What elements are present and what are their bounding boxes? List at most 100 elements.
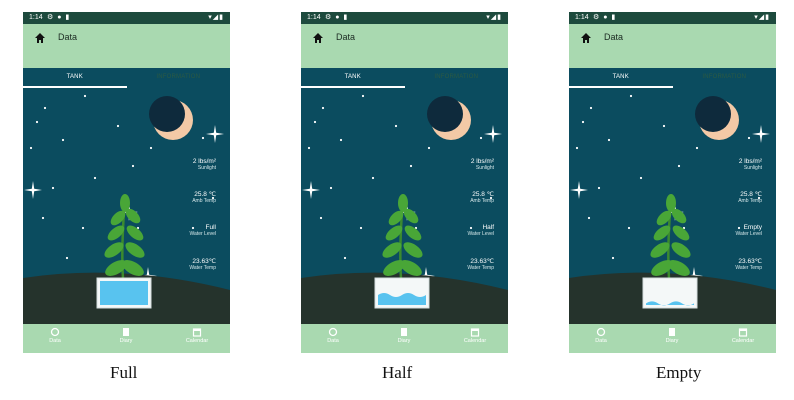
- stat-label: Water Level: [189, 231, 217, 237]
- star-dot: [29, 146, 33, 150]
- nav-data[interactable]: Data: [576, 327, 626, 346]
- star-dot: [361, 94, 365, 98]
- bottom-nav: Data Diary Calendar: [569, 324, 776, 353]
- star-dot: [41, 216, 45, 220]
- star-dot: [597, 186, 601, 190]
- star-dot: [201, 136, 205, 140]
- star-dot: [639, 176, 643, 180]
- notification-icons: ⚙ ● ▮: [47, 14, 71, 21]
- stat-value: 2 lbs/m²: [738, 158, 762, 165]
- stat-water-level: Empty Water Level: [692, 224, 763, 237]
- star-dot: [677, 164, 681, 168]
- star-dot: [359, 226, 363, 230]
- leaf: [398, 194, 408, 212]
- nav-calendar[interactable]: Calendar: [450, 327, 500, 346]
- star-dot: [65, 256, 69, 260]
- nav-label: Diary: [665, 338, 679, 344]
- page-title: Data: [604, 32, 624, 42]
- bottom-nav: Data Diary Calendar: [23, 324, 230, 353]
- star-dot: [319, 216, 323, 220]
- home-icon[interactable]: [33, 31, 47, 45]
- stat-value: 25.8 ℃: [472, 191, 494, 198]
- caption-half: Half: [382, 363, 413, 382]
- star-dot: [313, 120, 317, 124]
- stat-water-temp: 23.63℃ Water Temp: [146, 258, 216, 271]
- stat-value: 2 lbs/m²: [470, 158, 494, 165]
- star-dot: [695, 146, 699, 150]
- app-bar: Data TANK INFORMATION: [569, 24, 776, 88]
- star-dot: [343, 256, 347, 260]
- leaf: [672, 225, 690, 241]
- star-dot: [611, 256, 615, 260]
- sparkle-star-icon: [206, 125, 224, 143]
- moon-shadow: [149, 96, 185, 132]
- status-time: 1:14: [575, 14, 589, 21]
- star-dot: [93, 176, 97, 180]
- home-icon[interactable]: [579, 31, 593, 45]
- status-time: 1:14: [307, 14, 321, 21]
- tank-scene: 2 lbs/m² Sunlight 25.8 ℃ Amb Temp Full Wate…: [23, 78, 230, 324]
- signal-battery-icon: ▾◢▮: [754, 14, 770, 21]
- sparkle-star-icon: [24, 181, 42, 199]
- nav-label: Calendar: [731, 338, 755, 344]
- nav-label: Calendar: [185, 338, 209, 344]
- sparkle-star-icon: [302, 181, 320, 199]
- stat-sunlight: 2 lbs/m² Sunlight: [146, 158, 216, 171]
- stat-amb-temp: 25.8 ℃ Amb Temp: [424, 191, 494, 204]
- star-dot: [321, 106, 325, 110]
- star-dot: [409, 164, 413, 168]
- star-dot: [575, 146, 579, 150]
- stat-value: 23.63℃: [470, 258, 494, 265]
- nav-calendar[interactable]: Calendar: [718, 327, 768, 346]
- stat-label: Sunlight: [743, 165, 762, 171]
- nav-label: Calendar: [463, 338, 487, 344]
- page-title: Data: [336, 32, 356, 42]
- star-dot: [587, 216, 591, 220]
- stat-water-level: Full Water Level: [146, 224, 217, 237]
- star-dot: [394, 124, 398, 128]
- star-dot: [662, 124, 666, 128]
- leaf: [671, 242, 691, 258]
- tank-scene: 2 lbs/m² Sunlight 25.8 ℃ Amb Temp Empty Wat…: [569, 78, 776, 324]
- nav-calendar[interactable]: Calendar: [172, 327, 222, 346]
- calendar-icon: [470, 328, 480, 337]
- status-bar: 1:14 ⚙ ● ▮ ▾◢▮: [569, 12, 776, 24]
- sparkle-star-icon: [484, 125, 502, 143]
- star-dot: [629, 94, 633, 98]
- star-dot: [581, 120, 585, 124]
- stat-label: Amb Temp: [192, 198, 216, 204]
- app-bar: Data TANK INFORMATION: [23, 24, 230, 88]
- stat-water-level: Half Water Level: [424, 224, 495, 237]
- refresh-icon: [596, 327, 606, 337]
- stat-label: Sunlight: [197, 165, 216, 171]
- book-icon: [123, 328, 129, 336]
- nav-diary[interactable]: Diary: [379, 327, 429, 346]
- signal-battery-icon: ▾◢▮: [208, 14, 224, 21]
- status-bar: 1:14 ⚙ ● ▮ ▾◢▮: [23, 12, 230, 24]
- stat-value: 23.63℃: [192, 258, 216, 265]
- stat-label: Water Temp: [189, 265, 216, 271]
- stat-value: 2 lbs/m²: [192, 158, 216, 165]
- leaf: [120, 194, 130, 212]
- notification-icons: ⚙ ● ▮: [593, 14, 617, 21]
- nav-label: Data: [327, 338, 339, 344]
- home-icon[interactable]: [311, 31, 325, 45]
- nav-data[interactable]: Data: [308, 327, 358, 346]
- star-dot: [427, 146, 431, 150]
- page-title: Data: [58, 32, 78, 42]
- leaf: [126, 225, 144, 241]
- caption-empty: Empty: [656, 363, 702, 382]
- star-dot: [627, 226, 631, 230]
- stat-sunlight: 2 lbs/m² Sunlight: [692, 158, 762, 171]
- star-dot: [371, 176, 375, 180]
- star-dot: [35, 120, 39, 124]
- signal-battery-icon: ▾◢▮: [486, 14, 502, 21]
- nav-diary[interactable]: Diary: [647, 327, 697, 346]
- stat-value: Empty: [743, 224, 762, 231]
- calendar-icon: [192, 328, 202, 337]
- nav-diary[interactable]: Diary: [101, 327, 151, 346]
- star-dot: [589, 106, 593, 110]
- sparkle-star-icon: [752, 125, 770, 143]
- star-dot: [607, 138, 611, 142]
- nav-data[interactable]: Data: [30, 327, 80, 346]
